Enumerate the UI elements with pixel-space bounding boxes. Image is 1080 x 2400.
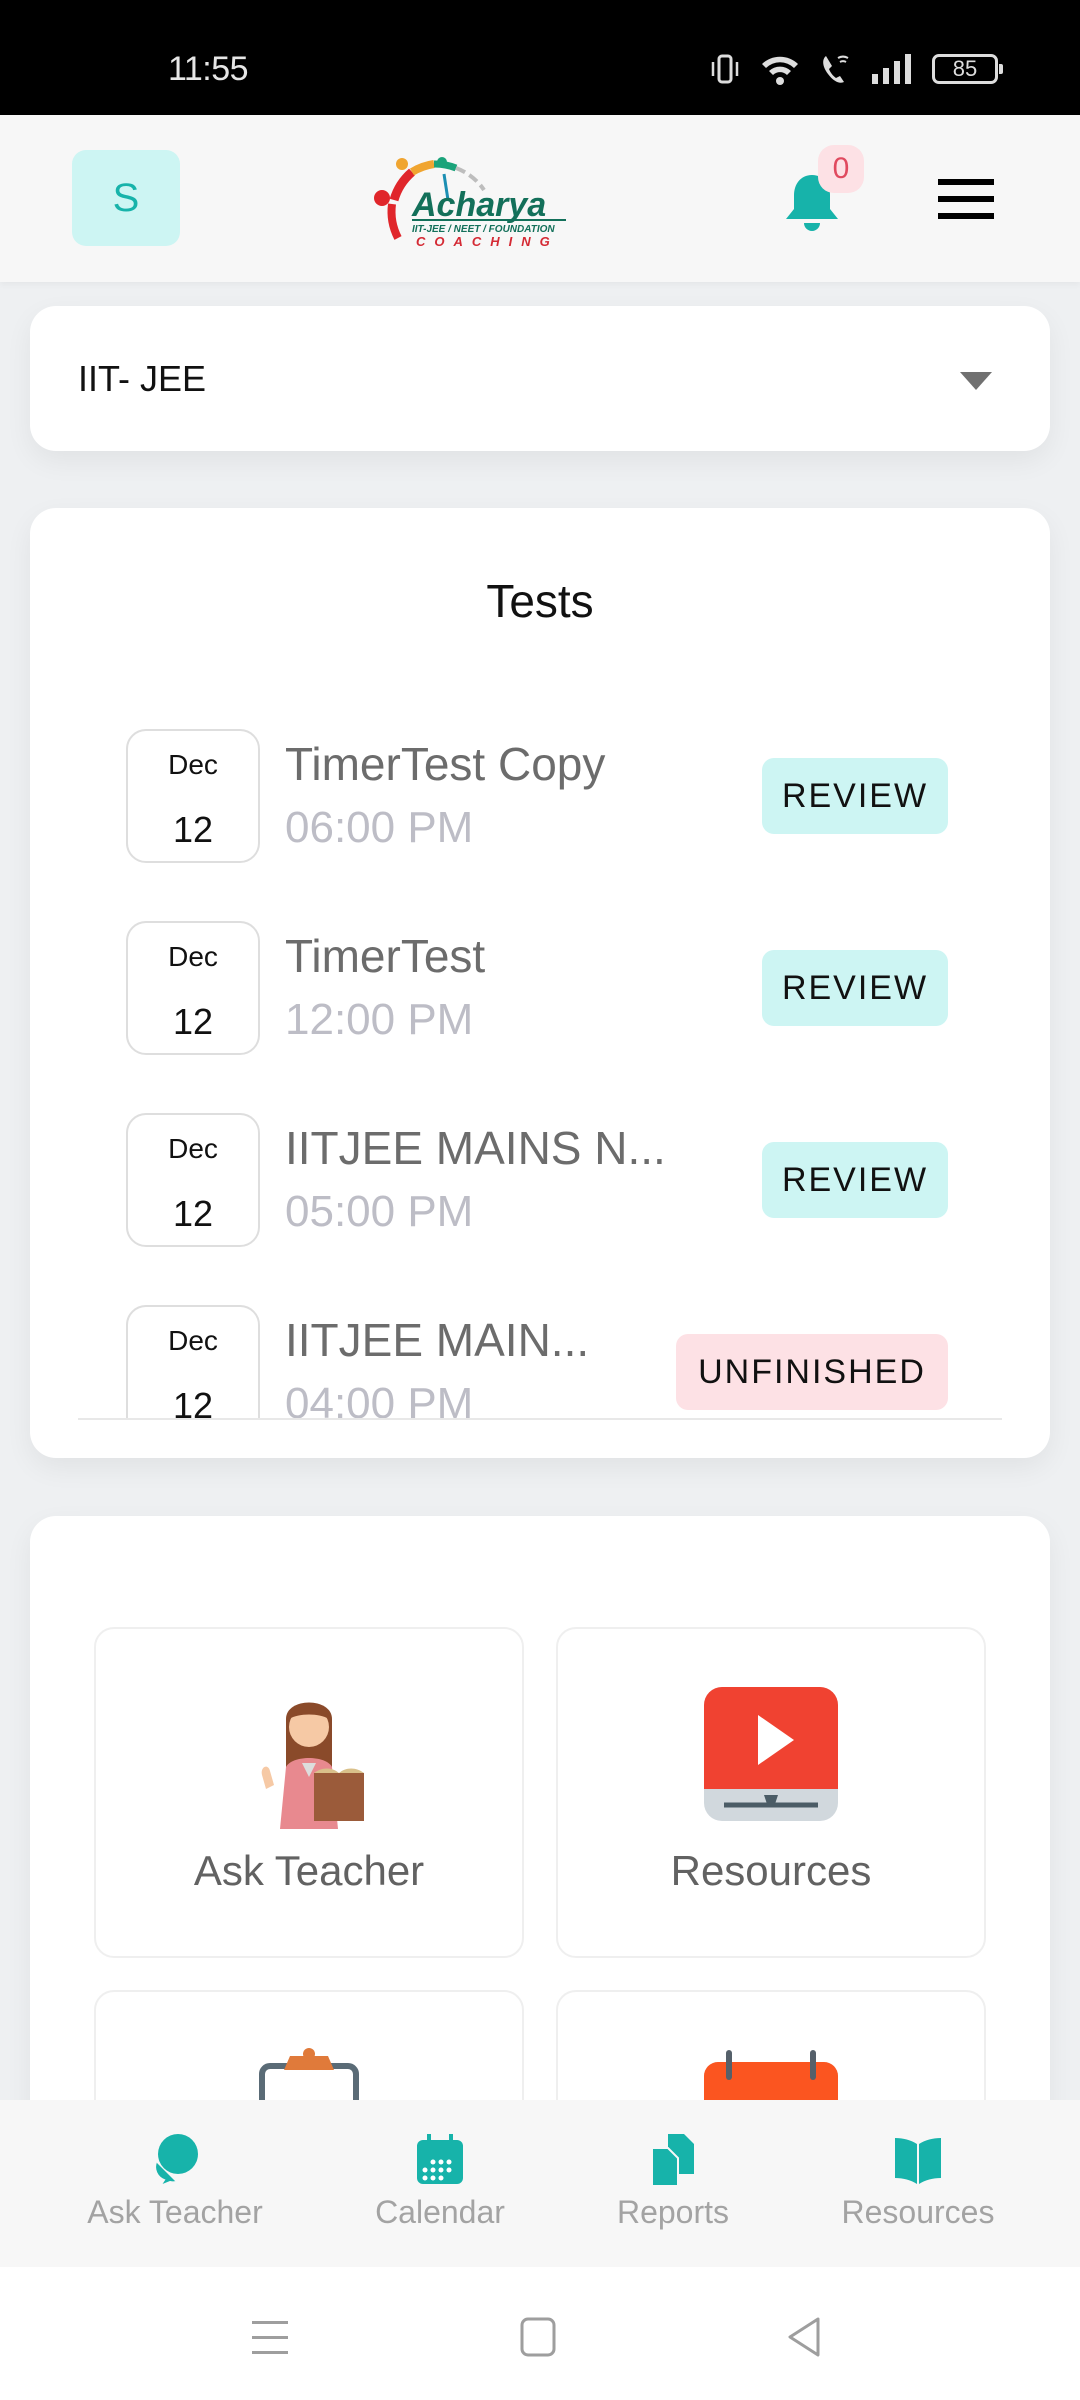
profile-avatar[interactable]: S xyxy=(72,150,180,246)
status-time: 11:55 xyxy=(168,50,249,88)
caret-down-icon xyxy=(960,372,992,390)
nav-resources[interactable]: Resources xyxy=(808,2132,1028,2231)
test-name: TimerTest Copy xyxy=(285,738,606,790)
logo-subtitle: COACHING xyxy=(416,234,559,249)
test-time: 06:00 PM xyxy=(285,803,474,852)
course-select-value: IIT- JEE xyxy=(78,358,207,399)
review-button[interactable]: REVIEW xyxy=(762,758,948,834)
signal-icon xyxy=(872,54,911,84)
test-day: 12 xyxy=(172,1385,214,1418)
review-button[interactable]: REVIEW xyxy=(762,950,948,1026)
book-icon xyxy=(895,2138,941,2184)
vibrate-icon xyxy=(711,54,739,84)
test-row[interactable]: Dec 12 IITJEE MAINS N... 05:00 PM REVIEW xyxy=(30,1113,1050,1249)
test-date-box: Dec 12 xyxy=(126,921,260,1055)
test-date-box: Dec 12 xyxy=(126,1113,260,1247)
menu-line xyxy=(938,196,994,202)
wifi-icon xyxy=(762,56,798,85)
ask-teacher-tile[interactable]: Ask Teacher xyxy=(94,1627,524,1958)
test-row[interactable]: Dec 12 TimerTest Copy 06:00 PM REVIEW xyxy=(30,729,1050,865)
tests-title: Tests xyxy=(486,575,594,627)
resources-tile[interactable]: Resources xyxy=(556,1627,986,1958)
unfinished-button[interactable]: UNFINISHED xyxy=(676,1334,948,1410)
test-row[interactable]: Dec 12 TimerTest 12:00 PM REVIEW xyxy=(30,921,1050,1057)
test-month: Dec xyxy=(168,1325,218,1356)
home-square-icon[interactable] xyxy=(518,2317,558,2357)
test-time: 04:00 PM xyxy=(285,1379,474,1418)
nav-calendar[interactable]: Calendar xyxy=(330,2132,550,2231)
menu-line xyxy=(938,179,994,185)
tests-list-divider xyxy=(78,1418,1002,1420)
test-day: 12 xyxy=(172,1001,214,1042)
app-header: S Acharya IIT-JEE / NEET / FOUNDATION CO… xyxy=(0,115,1080,282)
status-icons: 85 xyxy=(708,52,1003,86)
teacher-icon xyxy=(261,1702,364,1829)
logo-name: Acharya xyxy=(411,186,546,224)
battery-icon: 85 xyxy=(932,54,1003,84)
nav-label: Calendar xyxy=(375,2194,505,2230)
test-date-box: Dec 12 xyxy=(126,729,260,863)
test-date-box: Dec 12 xyxy=(126,1305,260,1418)
bottom-navigation: Ask Teacher Calendar Reports Resources xyxy=(0,2100,1080,2267)
course-select-dropdown[interactable]: IIT- JEE xyxy=(30,306,1050,451)
status-bar: 11:55 85 xyxy=(0,0,1080,115)
ask-teacher-label: Ask Teacher xyxy=(193,1847,425,1894)
test-name: IITJEE MAIN... xyxy=(285,1314,590,1366)
recents-menu-icon[interactable] xyxy=(250,2317,290,2357)
test-time: 05:00 PM xyxy=(285,1187,474,1236)
chat-bubbles-icon xyxy=(154,2134,198,2186)
back-triangle-icon[interactable] xyxy=(784,2317,824,2357)
documents-icon xyxy=(651,2134,694,2186)
test-row[interactable]: Dec 12 IITJEE MAIN... 04:00 PM UNFINISHE… xyxy=(30,1305,1050,1418)
test-day: 12 xyxy=(172,1193,214,1234)
resources-label: Resources xyxy=(670,1847,872,1894)
nav-label: Resources xyxy=(841,2194,995,2230)
review-button[interactable]: REVIEW xyxy=(762,1142,948,1218)
tests-list[interactable]: Dec 12 TimerTest Copy 06:00 PM REVIEW De… xyxy=(30,729,1050,1418)
test-time: 12:00 PM xyxy=(285,995,474,1044)
tests-card: Tests Dec 12 TimerTest Copy 06:00 PM REV… xyxy=(30,508,1050,1458)
wifi-call-icon xyxy=(823,55,849,83)
test-month: Dec xyxy=(168,941,218,972)
menu-hamburger-icon[interactable] xyxy=(938,179,994,219)
test-day: 12 xyxy=(172,809,214,850)
acharya-logo: Acharya IIT-JEE / NEET / FOUNDATION COAC… xyxy=(372,150,572,250)
nav-label: Reports xyxy=(616,2194,730,2230)
nav-label: Ask Teacher xyxy=(87,2194,263,2230)
test-name: TimerTest xyxy=(285,930,486,982)
test-name: IITJEE MAINS N... xyxy=(285,1122,666,1174)
nav-ask-teacher[interactable]: Ask Teacher xyxy=(65,2132,285,2231)
test-month: Dec xyxy=(168,1133,218,1164)
system-navigation-bar xyxy=(0,2267,1080,2400)
video-player-icon xyxy=(704,1687,838,1821)
notification-count-badge: 0 xyxy=(818,145,864,193)
menu-line xyxy=(938,213,994,219)
calendar-icon xyxy=(417,2134,463,2184)
nav-reports[interactable]: Reports xyxy=(563,2132,783,2231)
test-month: Dec xyxy=(168,749,218,780)
